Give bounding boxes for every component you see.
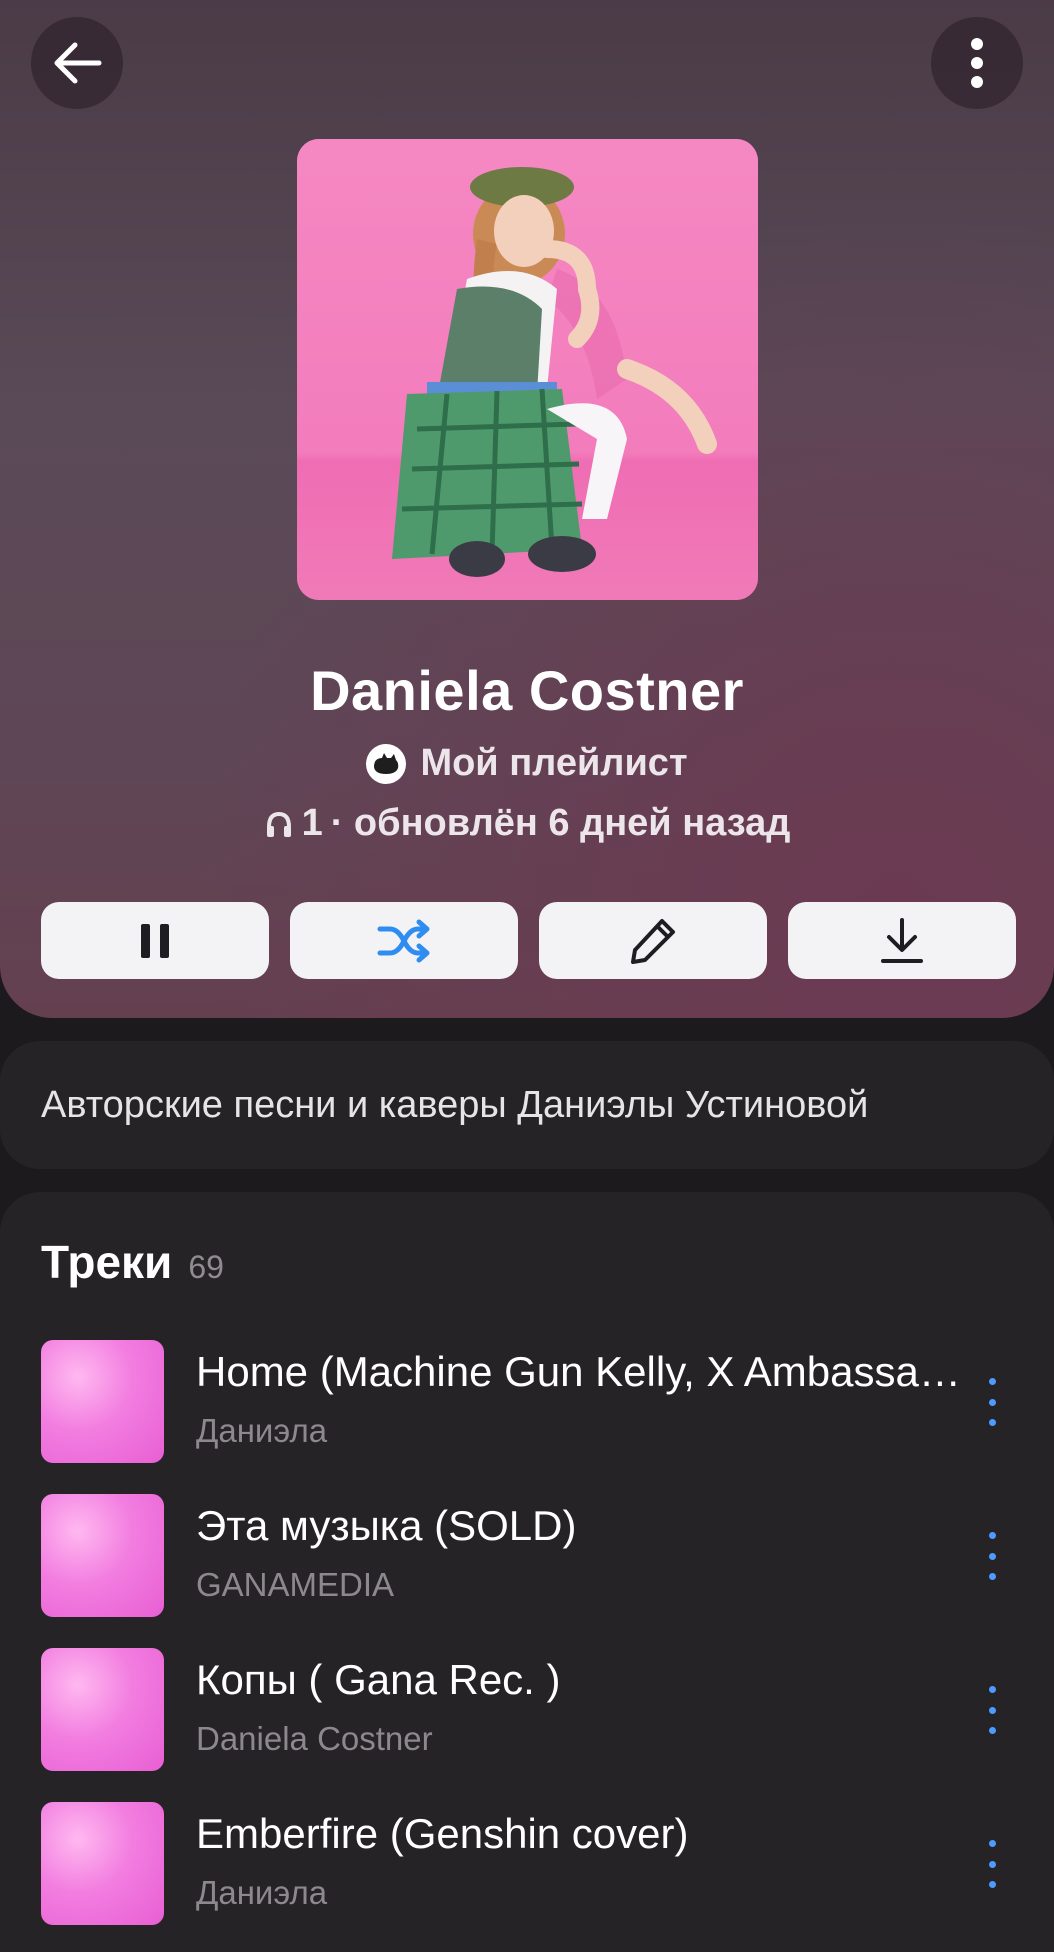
playlist-meta: 1 · обновлён 6 дней назад [0, 802, 1054, 845]
more-options-button[interactable] [931, 17, 1023, 109]
playlist-header: Daniela Costner Мой плейлист 1 · обновлё… [0, 0, 1054, 1018]
track-artist: Даниэла [196, 1412, 328, 1449]
action-bar [41, 902, 1016, 979]
headphones-icon [266, 811, 291, 837]
track-row[interactable]: Emberfire (Genshin cover) Даниэла [41, 1802, 1014, 1926]
track-artist: GANAMEDIA [196, 1566, 395, 1603]
playlist-description[interactable]: Авторские песни и каверы Даниэлы Устинов… [0, 1041, 1054, 1169]
track-title: Эта музыка (SOLD) [196, 1502, 577, 1549]
owner-avatar [366, 743, 407, 784]
more-vertical-icon [971, 38, 983, 88]
track-artwork [41, 1494, 164, 1617]
track-title: Home (Machine Gun Kelly, X Ambassadors, … [196, 1348, 966, 1395]
shuffle-button[interactable] [290, 902, 518, 979]
playlist-owner[interactable]: Мой плейлист [0, 742, 1054, 785]
owner-label: Мой плейлист [420, 742, 688, 784]
edit-button[interactable] [539, 902, 767, 979]
arrow-left-icon [54, 42, 102, 84]
track-artist: Daniela Costner [196, 1720, 433, 1757]
track-artwork [41, 1340, 164, 1463]
download-button[interactable] [788, 902, 1016, 979]
shuffle-icon [377, 919, 430, 962]
download-icon [881, 917, 923, 963]
track-more-icon[interactable] [980, 1840, 1004, 1888]
back-button[interactable] [31, 17, 123, 109]
track-more-icon[interactable] [980, 1686, 1004, 1734]
track-title: Emberfire (Genshin cover) [196, 1810, 689, 1857]
cat-avatar-icon [374, 752, 399, 774]
track-more-icon[interactable] [980, 1378, 1004, 1426]
track-artist: Даниэла [196, 1874, 328, 1911]
tracks-title: Треки [41, 1236, 173, 1288]
tracks-count: 69 [188, 1249, 224, 1285]
pause-icon [141, 923, 169, 958]
listener-count: 1 [301, 802, 323, 844]
updated-text: · обновлён 6 дней назад [330, 802, 791, 844]
track-row[interactable]: Home (Machine Gun Kelly, X Ambassadors, … [41, 1340, 1014, 1464]
track-title: Копы ( Gana Rec. ) [196, 1656, 561, 1703]
track-more-icon[interactable] [980, 1532, 1004, 1580]
tracks-section: Треки 69 Home (Machine Gun Kelly, X Amba… [0, 1192, 1054, 1952]
playlist-title: Daniela Costner [310, 659, 744, 722]
track-row[interactable]: Копы ( Gana Rec. ) Daniela Costner [41, 1648, 1014, 1772]
tracks-header: Треки 69 [41, 1235, 224, 1289]
pencil-icon [631, 918, 675, 964]
pause-button[interactable] [41, 902, 269, 979]
track-artwork [41, 1648, 164, 1771]
track-artwork [41, 1802, 164, 1925]
description-text: Авторские песни и каверы Даниэлы Устинов… [41, 1083, 869, 1126]
playlist-cover [297, 139, 758, 600]
track-row[interactable]: Эта музыка (SOLD) GANAMEDIA [41, 1494, 1014, 1618]
